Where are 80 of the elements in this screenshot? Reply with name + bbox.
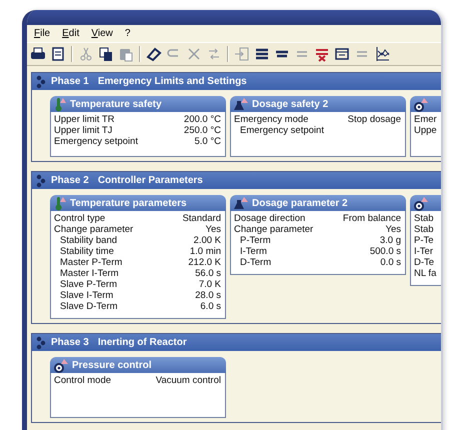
parameter-label: Slave D-Term — [59, 301, 118, 312]
phase-title: Inerting of Reactor — [98, 337, 187, 348]
parameter-label: Stability time — [59, 246, 114, 257]
thermometer-icon — [54, 196, 66, 210]
lines-icon[interactable] — [254, 46, 270, 62]
parameter-label: Emergency mode — [234, 114, 308, 125]
parameter-value: Standard — [182, 213, 222, 224]
phase-number: Phase 1 — [51, 76, 89, 87]
parameter-value: Yes — [206, 224, 222, 235]
flask-icon — [234, 96, 248, 112]
document-icon[interactable] — [50, 46, 66, 62]
parameter-label: Upper limit TR — [54, 114, 115, 125]
parameter-label: Slave P-Term — [59, 279, 118, 290]
printer-icon[interactable] — [30, 46, 46, 62]
parameter-value: 5.0 °C — [194, 136, 222, 147]
thermometer-icon — [54, 96, 66, 112]
parameter-value: Yes — [386, 224, 402, 235]
card-title: Pressure control — [72, 360, 152, 370]
parameter-value: 1.0 min — [190, 246, 222, 257]
lines-icon[interactable] — [314, 46, 330, 62]
parameter-label: Stab — [414, 213, 434, 224]
dots-icon — [36, 174, 46, 188]
parameter-label: Change parameter — [54, 224, 134, 235]
flask-icon — [234, 196, 248, 210]
parameter-label: Emer — [414, 114, 437, 125]
card-title: Dosage parameter 2 — [252, 198, 348, 208]
eraser-icon[interactable] — [146, 46, 162, 62]
parameter-value: 6.0 s — [200, 301, 222, 312]
parameter-value: 28.0 s — [195, 290, 222, 301]
parameter-label: Stab — [414, 224, 434, 235]
parameter-value: From balance — [342, 213, 402, 224]
phase-title: Controller Parameters — [98, 175, 203, 186]
menu-item[interactable]: File — [31, 27, 54, 40]
parameter-label: Emergency setpoint — [239, 125, 324, 136]
parameter-value: 0.0 s — [380, 257, 402, 268]
menu-item[interactable]: ? — [122, 27, 134, 40]
parameter-label: P-Te — [414, 235, 434, 246]
phase-title: Emergency Limits and Settings — [98, 76, 247, 87]
copy-icon[interactable] — [98, 46, 114, 62]
parameter-value: 56.0 s — [195, 268, 222, 279]
chart-icon[interactable] — [374, 46, 390, 62]
parameter-label: Control mode — [54, 375, 112, 386]
dots-icon — [36, 336, 46, 350]
parameter-label: Emergency setpoint — [54, 136, 138, 147]
card-title: Dosage safety 2 — [252, 98, 328, 110]
parameter-label: Slave I-Term — [59, 290, 114, 301]
parameter-label: I-Term — [239, 246, 267, 257]
parameter-label: I-Ter — [414, 246, 433, 257]
parameter-value: 7.0 K — [198, 279, 222, 290]
parameter-value: 212.0 K — [188, 257, 222, 268]
parameter-value: Stop dosage — [348, 114, 402, 125]
parameter-label: Uppe — [414, 125, 437, 136]
parameter-label: Master I-Term — [59, 268, 119, 279]
phase-header[interactable]: Phase 3 Inerting of Reactor — [32, 334, 441, 351]
parameter-value: 250.0 °C — [184, 125, 222, 136]
parameter-label: P-Term — [239, 235, 271, 246]
menu-item[interactable]: Edit — [59, 27, 82, 40]
parameter-label: Control type — [54, 213, 106, 224]
phase-header[interactable]: Phase 1 Emergency Limits and Settings — [32, 73, 441, 90]
card-title: Temperature safety — [70, 98, 162, 110]
menu-item[interactable]: View — [88, 27, 116, 40]
parameter-label: D-Term — [239, 257, 272, 268]
dots-icon — [36, 74, 46, 88]
parameter-value: 500.0 s — [370, 246, 402, 257]
parameter-label: D-Te — [414, 257, 434, 268]
parameter-label: Upper limit TJ — [54, 125, 112, 136]
window-icon[interactable] — [334, 46, 350, 62]
parameter-label: Dosage direction — [234, 213, 306, 224]
phase-number: Phase 2 — [51, 175, 89, 186]
parameter-label: Stability band — [59, 235, 118, 246]
parameter-label: NL fa — [414, 268, 436, 279]
parameter-label: Master P-Term — [59, 257, 122, 268]
phase-number: Phase 3 — [51, 337, 89, 348]
phase-header[interactable]: Phase 2 Controller Parameters — [32, 172, 441, 189]
parameter-value: 3.0 g — [380, 235, 402, 246]
card-title: Temperature parameters — [70, 198, 187, 208]
parameter-label: Change parameter — [234, 224, 314, 235]
parameter-value: 200.0 °C — [184, 114, 222, 125]
parameter-value: Vacuum control — [156, 375, 222, 386]
parameter-value: 2.00 K — [194, 235, 222, 246]
